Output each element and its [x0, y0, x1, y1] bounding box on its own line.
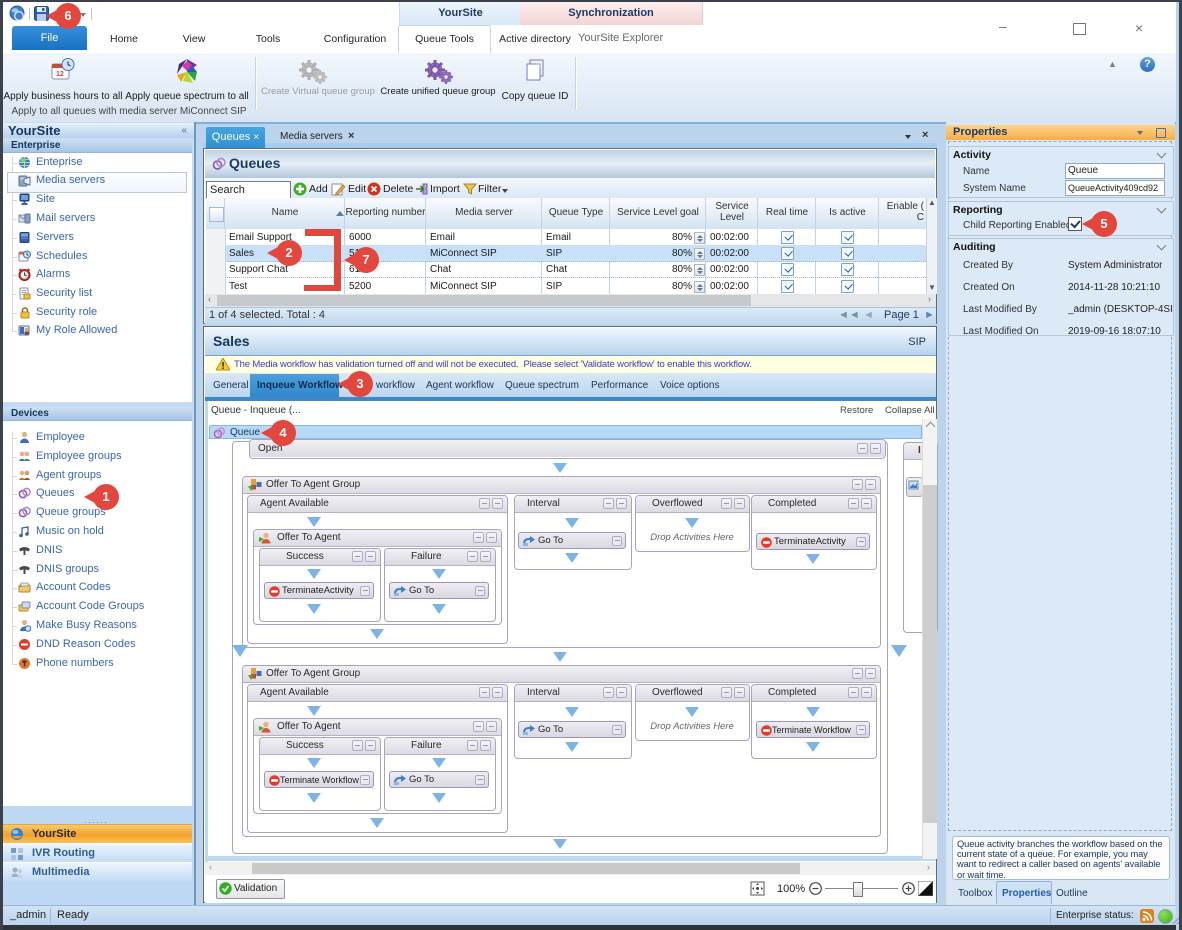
- svg-text:12: 12: [56, 71, 64, 78]
